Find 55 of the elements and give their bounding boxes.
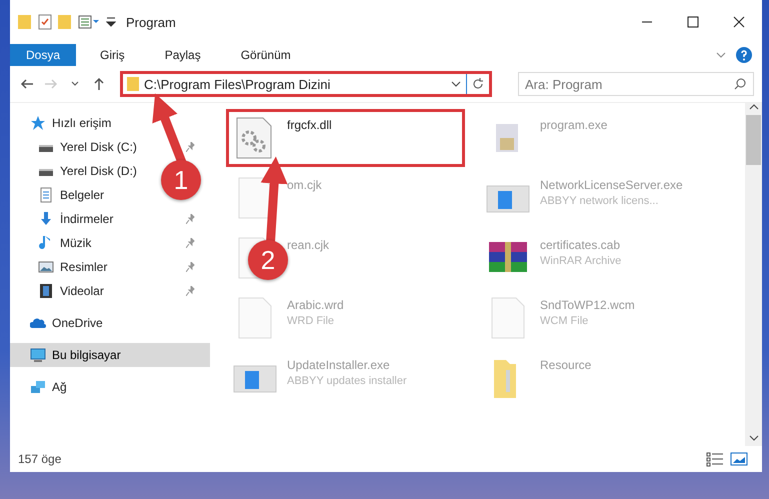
item-count: 157 öge (18, 452, 62, 466)
properties-icon[interactable] (38, 14, 52, 30)
file-type: WCM File (540, 315, 590, 327)
network-icon (30, 379, 46, 395)
scroll-up-icon[interactable] (748, 103, 758, 111)
computer-icon (30, 347, 46, 363)
picture-icon (38, 259, 54, 275)
large-icons-view-icon[interactable] (730, 451, 748, 467)
help-icon[interactable] (736, 47, 752, 63)
scrollbar[interactable] (745, 103, 762, 446)
sidebar-label[interactable]: OneDrive (52, 316, 103, 330)
chevron-down-icon[interactable] (451, 80, 461, 88)
sidebar-label[interactable]: Belgeler (60, 188, 104, 202)
sidebar-label[interactable]: Ağ (52, 380, 67, 394)
sidebar-label[interactable]: Yerel Disk (D:) (60, 164, 137, 178)
file-type: ABBYY updates installer (287, 375, 407, 387)
ribbon-tab[interactable]: Giriş (84, 44, 141, 66)
window-title: Program (126, 14, 176, 30)
maximize-icon[interactable] (687, 16, 699, 28)
scroll-down-icon[interactable] (748, 434, 758, 442)
pin-icon[interactable] (186, 142, 196, 152)
address-bar[interactable]: C:\Program Files\Program Dizini (120, 71, 492, 97)
file-type: ABBYY network licens... (540, 195, 660, 207)
star-icon (30, 115, 46, 131)
pin-icon[interactable] (186, 262, 196, 272)
ribbon-tab[interactable]: Görünüm (224, 44, 307, 66)
pin-icon[interactable] (186, 238, 196, 248)
folder-icon (127, 76, 139, 92)
file-type: WRD File (287, 315, 336, 327)
download-icon (38, 211, 54, 227)
sidebar-label[interactable]: Müzik (60, 236, 92, 250)
view-icon[interactable] (78, 14, 100, 30)
film-icon (38, 283, 54, 299)
search-field[interactable]: Ara: Program (518, 72, 754, 96)
sidebar-label[interactable]: Resimler (60, 260, 108, 274)
file-name: frgcfx.dll (287, 118, 332, 132)
file-type: WinRAR Archive (540, 255, 622, 267)
back-arrow-icon[interactable] (20, 78, 34, 90)
sidebar-label[interactable]: Videolar (60, 284, 104, 298)
pin-icon[interactable] (186, 214, 196, 224)
sidebar-label[interactable]: Hızlı erişim (52, 116, 112, 130)
sidebar-item[interactable]: Bu bilgisayar (10, 343, 210, 367)
sidebar-label[interactable]: Yerel Disk (C:) (60, 140, 137, 154)
pin-icon[interactable] (186, 286, 196, 296)
file-item[interactable]: frgcfx.dll (226, 109, 465, 167)
chevron-down-icon[interactable] (71, 81, 79, 87)
ribbon-tab[interactable]: Paylaş (148, 44, 217, 66)
up-arrow-icon[interactable] (93, 77, 105, 91)
scroll-thumb[interactable] (746, 115, 761, 165)
sidebar-label[interactable]: İndirmeler (60, 212, 114, 226)
ribbon-tab[interactable]: Dosya (10, 44, 76, 66)
document-icon (38, 187, 54, 203)
details-view-icon[interactable] (706, 451, 724, 467)
close-icon[interactable] (733, 16, 745, 28)
dropdown-icon[interactable] (106, 16, 116, 28)
